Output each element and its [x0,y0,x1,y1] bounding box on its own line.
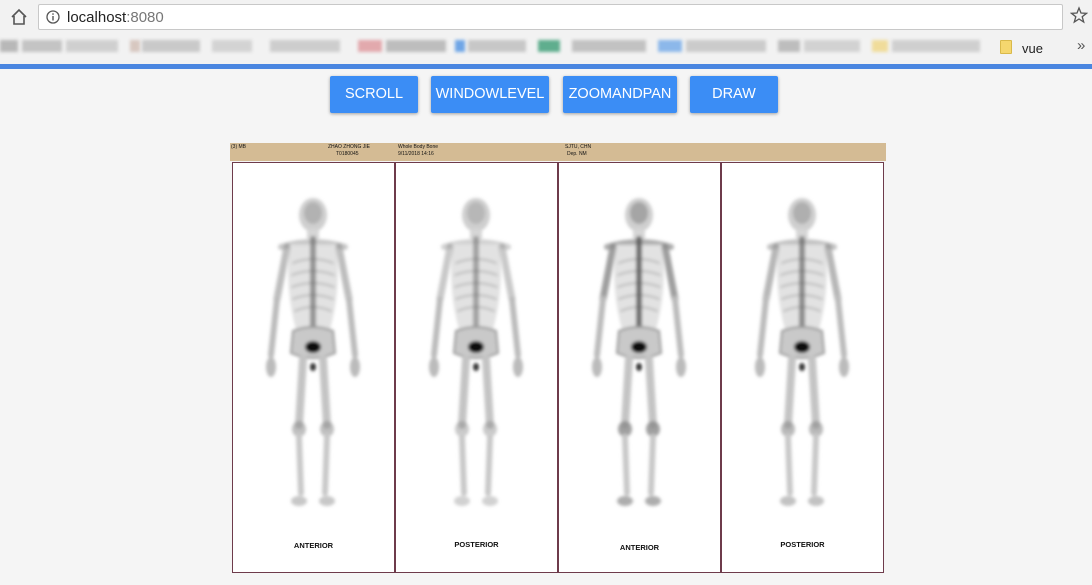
image-viewer[interactable]: (3) MB ZHAO ZHONG JIE T0180045 Whole Bod… [230,143,886,574]
blurred-bookmark[interactable] [872,40,888,52]
institution: SJTU, CHN [565,144,592,150]
patient-name: ZHAO ZHONG JIE [328,144,370,150]
blurred-bookmark[interactable] [0,40,18,52]
viewer-panels: ANTERIOR POSTERIOR ANTERIOR POSTERIOR [232,162,886,573]
bookmarks-overflow-button[interactable]: » [1077,37,1085,54]
blurred-bookmark[interactable] [468,40,526,52]
browser-address-bar: localhost:8080 [0,0,1092,34]
blurred-bookmark[interactable] [142,40,200,52]
blurred-bookmark[interactable] [572,40,646,52]
skeleton-image [592,198,686,506]
department: Dep. NM [567,151,587,157]
page-top-strip [0,64,1092,69]
panel-anterior-2[interactable]: ANTERIOR [558,162,721,573]
folder-icon[interactable] [1000,40,1012,54]
view-label: ANTERIOR [619,543,660,552]
patient-id: T0180045 [336,151,359,157]
zoomandpan-button[interactable]: ZOOMANDPAN [563,76,677,113]
study-description: Whole Body Bone [398,144,439,150]
blurred-bookmark[interactable] [892,40,980,52]
view-label: ANTERIOR [293,541,334,550]
blurred-bookmark[interactable] [455,40,465,52]
header-text: (3) MB [231,144,246,150]
url-text: localhost:8080 [67,9,164,26]
url-field[interactable]: localhost:8080 [38,4,1063,30]
blurred-bookmark[interactable] [358,40,382,52]
panel-anterior-1[interactable]: ANTERIOR [232,162,395,573]
skeleton-image [266,198,360,506]
blurred-bookmark[interactable] [66,40,118,52]
draw-button[interactable]: DRAW [690,76,778,113]
windowlevel-button[interactable]: WINDOWLEVEL [431,76,549,113]
blurred-bookmark[interactable] [804,40,860,52]
skeleton-image [755,198,849,506]
view-label: POSTERIOR [780,540,825,549]
bookmark-vue[interactable]: vue [1022,41,1043,56]
scroll-button[interactable]: SCROLL [330,76,418,113]
tool-toolbar: SCROLL WINDOWLEVEL ZOOMANDPAN DRAW [0,76,1092,114]
skeleton-image [429,198,523,506]
bookmarks-bar: vue » [0,34,1092,64]
blurred-bookmark[interactable] [778,40,800,52]
panel-posterior-2[interactable]: POSTERIOR [721,162,884,573]
blurred-bookmark[interactable] [270,40,340,52]
study-datetime: 9/11/2018 14:16 [398,151,434,157]
dicom-header: (3) MB ZHAO ZHONG JIE T0180045 Whole Bod… [230,143,886,161]
blurred-bookmark[interactable] [538,40,560,52]
blurred-bookmark[interactable] [212,40,252,52]
panel-posterior-1[interactable]: POSTERIOR [395,162,558,573]
blurred-bookmark[interactable] [686,40,766,52]
info-icon[interactable] [46,10,60,24]
home-icon[interactable] [8,6,30,28]
blurred-bookmark[interactable] [130,40,140,52]
blurred-bookmark[interactable] [22,40,62,52]
star-icon[interactable] [1069,6,1090,26]
view-label: POSTERIOR [454,540,499,549]
blurred-bookmark[interactable] [658,40,682,52]
blurred-bookmark[interactable] [386,40,446,52]
